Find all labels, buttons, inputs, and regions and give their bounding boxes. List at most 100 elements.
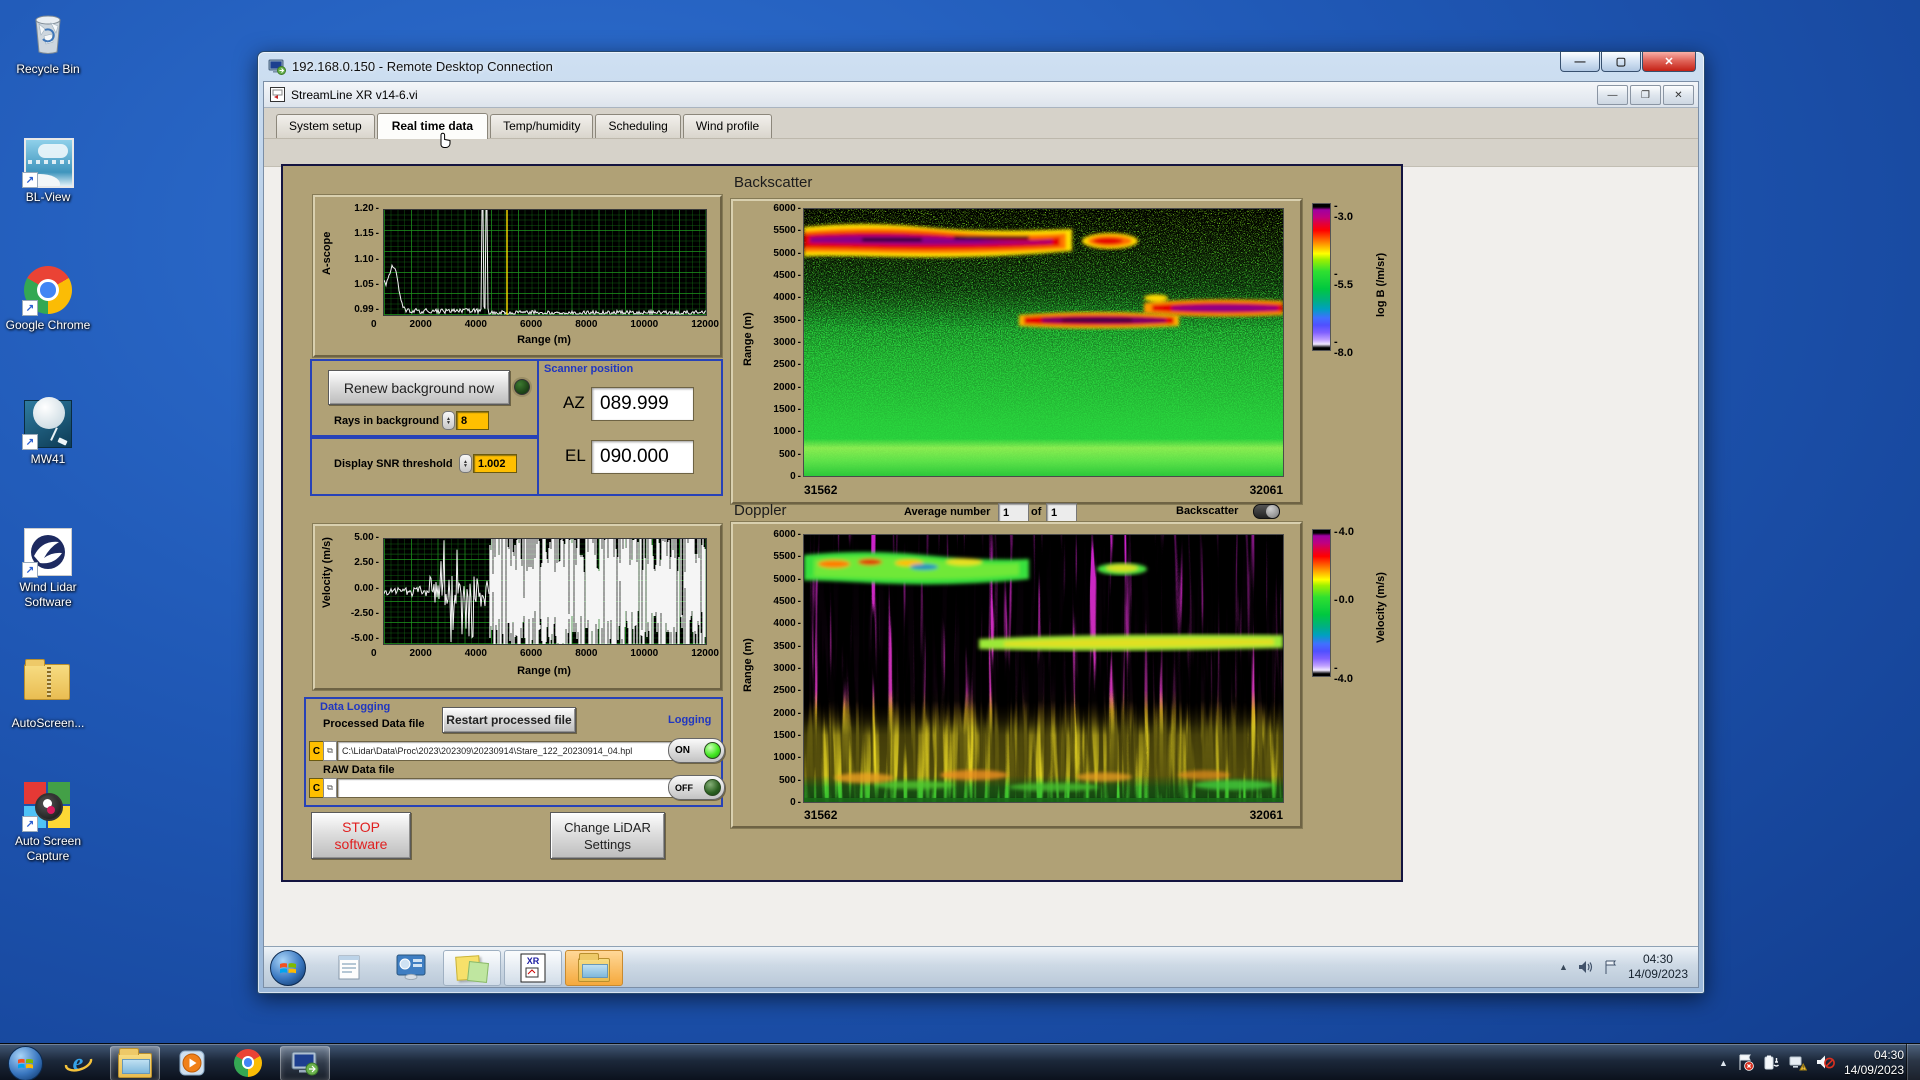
app-close-button[interactable]: ✕ <box>1663 85 1694 105</box>
svg-text:e: e <box>73 1050 84 1076</box>
app-titlebar[interactable]: StreamLine XR v14-6.vi — ❐ ✕ <box>264 82 1698 108</box>
action-center-icon[interactable] <box>1737 1054 1754 1071</box>
el-value-field[interactable]: 090.000 <box>591 440 694 474</box>
desktop-icon-auto-screen-capture[interactable]: ↗ Auto Screen Capture <box>0 782 96 864</box>
control-panel-icon[interactable] <box>396 954 426 980</box>
tick-label: 2000 <box>773 708 801 719</box>
tick-label: 0 <box>790 471 801 482</box>
explorer-taskbar-button[interactable] <box>110 1046 160 1080</box>
processed-browse-icon[interactable]: ⧉ <box>323 741 337 761</box>
desktop-icon-mw41[interactable]: ↗ MW41 <box>0 397 96 467</box>
renew-background-button[interactable]: Renew background now <box>328 370 510 405</box>
tick-label: 4500 <box>773 270 801 281</box>
desktop-icon-label: Recycle Bin <box>16 62 80 76</box>
desktop-icon-recycle-bin[interactable]: Recycle Bin <box>0 10 96 77</box>
volume-muted-icon[interactable] <box>1816 1054 1835 1071</box>
rdp-taskbar-button[interactable] <box>280 1046 330 1080</box>
start-button[interactable] <box>8 1046 43 1080</box>
cloud-layer-3500m <box>1019 312 1179 329</box>
tick-label: 6000 <box>519 648 543 659</box>
tick-label: 10000 <box>630 319 659 330</box>
ascope-plot[interactable] <box>383 209 707 316</box>
remote-volume-icon[interactable] <box>1578 960 1594 974</box>
rdp-titlebar[interactable]: 192.168.0.150 - Remote Desktop Connectio… <box>258 52 1704 81</box>
change-lidar-settings-button[interactable]: Change LiDAR Settings <box>550 812 665 859</box>
chrome-taskbar-button[interactable] <box>224 1046 272 1079</box>
backscatter-y-ticks: 6000550050004500400035003000250020001500… <box>755 203 801 482</box>
desktop-icon-wind-lidar[interactable]: ↗ Wind Lidar Software <box>0 528 96 610</box>
rays-value-field[interactable]: 8 <box>456 411 489 430</box>
backscatter-toggle-switch[interactable] <box>1253 504 1280 519</box>
internet-explorer-icon: e <box>64 1050 93 1076</box>
restart-processed-file-button[interactable]: Restart processed file <box>442 707 576 733</box>
doppler-cb-max: 4.0 <box>1334 527 1354 538</box>
recycle-bin-icon <box>24 10 72 58</box>
processed-drive-selector[interactable]: C <box>309 741 324 761</box>
show-desktop-button[interactable] <box>1906 1044 1920 1080</box>
remote-start-button[interactable] <box>270 950 306 986</box>
tab-strip: System setup Real time data Temp/humidity S… <box>264 108 1698 140</box>
raw-browse-icon[interactable]: ⧉ <box>323 778 337 798</box>
mouse-cursor <box>440 132 451 148</box>
tab-real-time-data[interactable]: Real time data <box>376 113 489 140</box>
labview-vi-icon <box>270 87 285 102</box>
tick-label: 4000 <box>464 648 487 659</box>
tab-scheduling[interactable]: Scheduling <box>595 114 681 138</box>
velocity-plot[interactable] <box>383 538 707 645</box>
tab-wind-profile[interactable]: Wind profile <box>682 114 773 138</box>
network-icon[interactable]: ! <box>1789 1054 1807 1071</box>
stop-software-button[interactable]: STOP software <box>311 812 411 859</box>
stop-line1: STOP <box>342 818 380 835</box>
processed-path-field[interactable]: C:\Lidar\Data\Proc\2023\202309\20230914\… <box>337 741 674 761</box>
maximize-button[interactable]: ▢ <box>1601 52 1641 72</box>
app-restore-button[interactable]: ❐ <box>1630 85 1661 105</box>
processed-logging-toggle[interactable]: ON <box>668 738 725 763</box>
doppler-heatmap[interactable] <box>803 534 1284 803</box>
backscatter-heatmap[interactable] <box>803 208 1284 477</box>
power-icon[interactable] <box>1763 1054 1780 1071</box>
remote-action-center-icon[interactable] <box>1604 960 1618 975</box>
desktop-icon-google-chrome[interactable]: ↗ Google Chrome <box>0 266 96 333</box>
minimize-button[interactable]: — <box>1560 52 1600 72</box>
shortcut-arrow-icon: ↗ <box>22 816 38 832</box>
raw-drive-selector[interactable]: C <box>309 778 324 798</box>
raw-logging-toggle[interactable]: OFF <box>668 775 725 800</box>
tick-label: -2.50 <box>351 608 379 619</box>
notepad-icon[interactable] <box>336 953 362 981</box>
average-number-field[interactable]: 1 <box>998 503 1029 522</box>
labview-vi-taskbar-button[interactable]: XR <box>504 950 562 986</box>
rays-in-background-label: Rays in background <box>334 415 440 427</box>
sticky-notes-taskbar-button[interactable] <box>443 950 501 986</box>
tab-temp-humidity[interactable]: Temp/humidity <box>490 114 594 138</box>
az-value-field[interactable]: 089.999 <box>591 387 694 421</box>
tray-expand-icon[interactable]: ▲ <box>1719 1058 1728 1068</box>
ascope-plot-frame: 1.20 1.15 1.10 1.05 0.99 A-scope 0 2000 4000 60… <box>313 195 722 357</box>
backscatter-plot-frame: 6000550050004500400035003000250020001500… <box>731 199 1387 504</box>
tick-label: 3500 <box>773 641 801 652</box>
app-minimize-button[interactable]: — <box>1597 85 1628 105</box>
media-player-taskbar-button[interactable] <box>168 1046 216 1079</box>
remote-clock[interactable]: 04:30 14/09/2023 <box>1628 952 1694 982</box>
backscatter-colorbar <box>1312 203 1331 351</box>
svg-text:!: ! <box>1802 1065 1804 1071</box>
cloud-blob-5200m <box>1082 233 1138 249</box>
tab-system-setup[interactable]: System setup <box>276 114 375 138</box>
internet-explorer-taskbar-button[interactable]: e <box>54 1046 102 1079</box>
raw-path-field[interactable] <box>337 778 674 798</box>
snr-spinner[interactable]: ▲ ▼ <box>459 454 472 473</box>
desktop-icon-bl-view[interactable]: ↗ BL-View <box>0 138 96 205</box>
rays-spinner[interactable]: ▲ ▼ <box>442 411 455 430</box>
on-lamp-icon <box>704 742 721 759</box>
close-button[interactable]: ✕ <box>1642 52 1696 72</box>
average-of-field[interactable]: 1 <box>1046 503 1077 522</box>
tick-label: 6000 <box>519 319 543 330</box>
tick-label: 12000 <box>691 648 719 659</box>
remote-tray-expand-icon[interactable]: ▲ <box>1559 962 1568 972</box>
snr-value-field[interactable]: 1.002 <box>473 454 517 473</box>
backscatter-toggle-label: Backscatter <box>1176 505 1239 517</box>
taskbar-clock[interactable]: 04:30 14/09/2023 <box>1844 1048 1904 1078</box>
desktop-icon-label: MW41 <box>30 452 66 466</box>
desktop-icon-autoscreen-zip[interactable]: AutoScreen... <box>0 656 96 731</box>
explorer-taskbar-button-remote[interactable] <box>565 950 623 986</box>
tick-label: 12000 <box>691 319 719 330</box>
